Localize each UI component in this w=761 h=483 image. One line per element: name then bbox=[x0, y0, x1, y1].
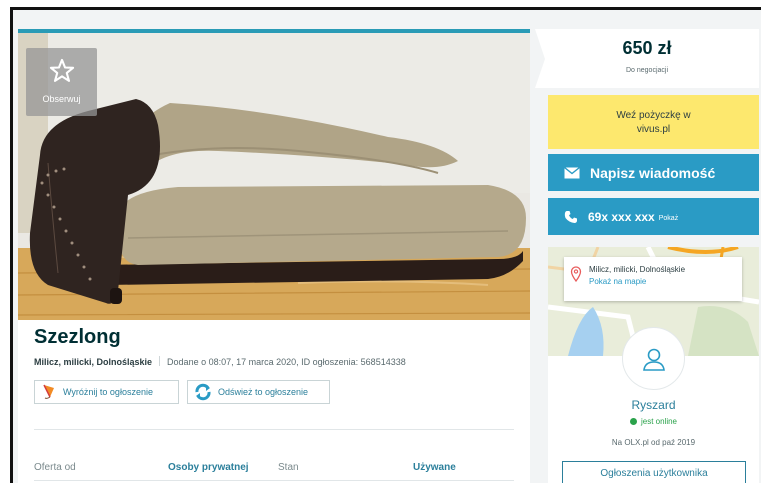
detail-value-condition[interactable]: Używane bbox=[413, 462, 456, 473]
feature-listing-button[interactable]: Wyróżnij to ogłoszenie bbox=[34, 380, 179, 404]
show-on-map-link[interactable]: Pokaż na mapie bbox=[589, 277, 646, 286]
seller-card: Milicz, milicki, Dolnośląskie Pokaż na m… bbox=[548, 247, 759, 483]
page: Obserwuj Szezlong Milicz, milicki, Dolno… bbox=[13, 10, 761, 483]
map-pin-icon bbox=[570, 266, 582, 282]
detail-label-offer-from: Oferta od bbox=[34, 462, 76, 473]
seller-avatar[interactable] bbox=[622, 327, 685, 390]
send-message-button[interactable]: Napisz wiadomość bbox=[548, 154, 759, 191]
refresh-listing-label: Odśwież to ogłoszenie bbox=[218, 387, 309, 397]
seller-online-status: jest online bbox=[548, 417, 759, 426]
seller-ads-button[interactable]: Ogłoszenia użytkownika bbox=[562, 461, 746, 483]
kite-icon bbox=[41, 384, 57, 400]
loan-ad[interactable]: Weź pożyczkę w vivus.pl bbox=[548, 95, 759, 149]
price-negotiable: Do negocjacji bbox=[625, 67, 669, 74]
phone-show-label: Pokaż bbox=[658, 214, 679, 222]
phone-icon bbox=[564, 210, 578, 224]
star-icon bbox=[49, 58, 75, 82]
feature-listing-label: Wyróżnij to ogłoszenie bbox=[63, 387, 153, 397]
listing-photo[interactable]: Obserwuj bbox=[18, 33, 530, 320]
loan-line-2: vivus.pl bbox=[636, 124, 671, 135]
phone-number: 69x xxx xxx bbox=[588, 209, 655, 224]
detail-label-condition: Stan bbox=[278, 462, 299, 473]
show-phone-button[interactable]: 69x xxx xxx Pokaż bbox=[548, 198, 759, 235]
refresh-listing-button[interactable]: Odśwież to ogłoszenie bbox=[187, 380, 330, 404]
price-box: 650 zł Do negocjacji bbox=[535, 29, 759, 88]
online-label: jest online bbox=[640, 417, 678, 426]
detail-value-offer-from[interactable]: Osoby prywatnej bbox=[168, 462, 249, 473]
envelope-icon bbox=[564, 166, 580, 179]
listing-meta: Milicz, milicki, Dolnośląskie Dodane o 08… bbox=[34, 356, 406, 367]
online-dot bbox=[629, 418, 637, 425]
listing-card: Obserwuj Szezlong Milicz, milicki, Dolno… bbox=[18, 29, 530, 483]
watch-label: Obserwuj bbox=[42, 94, 81, 104]
price: 650 zł bbox=[622, 38, 672, 58]
listing-location: Milicz, milicki, Dolnośląskie bbox=[34, 357, 153, 367]
map-location-tag: Milicz, milicki, Dolnośląskie Pokaż na m… bbox=[564, 257, 742, 301]
refresh-icon bbox=[194, 383, 212, 401]
listing-added: Dodane o 08:07, 17 marca 2020, ID ogłosz… bbox=[167, 357, 406, 367]
map-address: Milicz, milicki, Dolnośląskie bbox=[589, 265, 686, 274]
seller-name[interactable]: Ryszard bbox=[548, 398, 759, 412]
user-avatar-icon bbox=[642, 348, 665, 371]
loan-line-1: Weź pożyczkę w bbox=[616, 110, 691, 121]
seller-member-since: Na OLX.pl od paź 2019 bbox=[611, 438, 696, 447]
meta-divider bbox=[159, 356, 161, 366]
details-divider-top bbox=[34, 429, 514, 430]
watch-button[interactable]: Obserwuj bbox=[26, 48, 97, 116]
send-message-label: Napisz wiadomość bbox=[590, 164, 716, 181]
details-divider-bottom bbox=[34, 480, 514, 481]
listing-title: Szezlong bbox=[34, 326, 121, 348]
